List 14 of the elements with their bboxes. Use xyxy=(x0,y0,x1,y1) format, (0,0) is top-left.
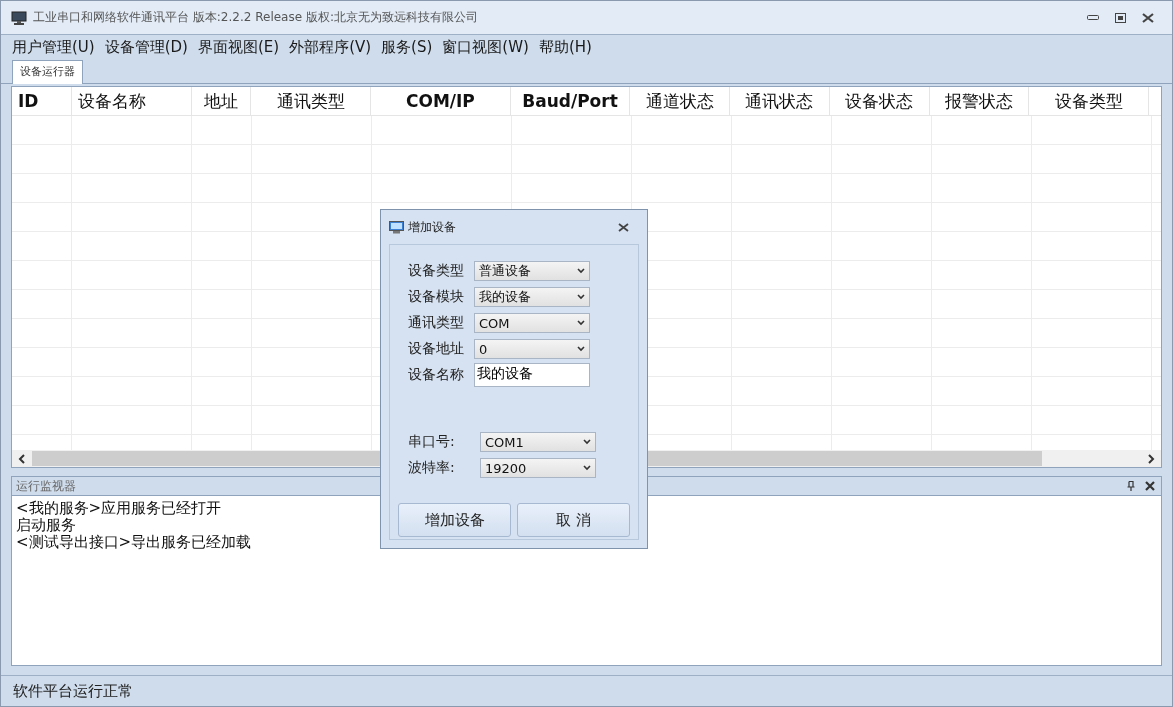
field-label: 设备类型 xyxy=(408,262,465,280)
field-label: 串口号: xyxy=(408,433,456,451)
field-label: 设备地址 xyxy=(408,340,465,358)
dialog-title: 增加设备 xyxy=(408,218,456,236)
panel-title: 运行监视器 xyxy=(16,477,76,495)
window-title: 工业串口和网络软件通讯平台 版本:2.2.2 Release 版权:北京无为致远科技有限公司 xyxy=(33,9,478,26)
field-label: 通讯类型 xyxy=(408,314,465,332)
log-line: <测试导出接口>导出服务已经加载 xyxy=(16,534,252,551)
field-label: 波特率: xyxy=(408,459,456,477)
log-line: 启动服务 xyxy=(16,517,76,534)
status-text: 软件平台运行正常 xyxy=(1,675,1172,706)
field-label: 设备名称 xyxy=(408,366,465,384)
log-line: <我的服务>应用服务已经打开 xyxy=(16,500,222,517)
field-label: 设备模块 xyxy=(408,288,465,306)
